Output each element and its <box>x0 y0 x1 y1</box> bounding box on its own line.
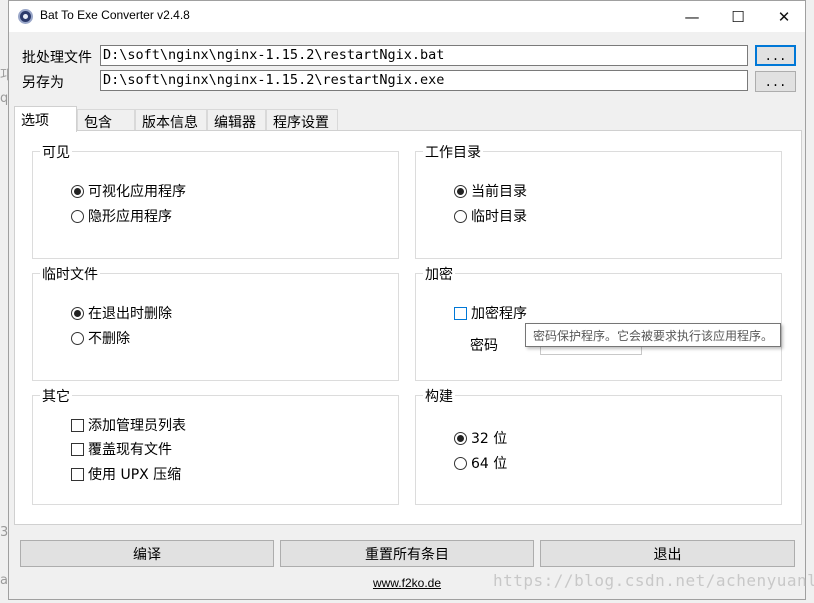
radio-delete-on-exit[interactable]: 在退出时删除 <box>71 303 172 323</box>
window-title: Bat To Exe Converter v2.4.8 <box>40 8 190 22</box>
checkbox-icon <box>71 467 84 481</box>
radio-temp-dir[interactable]: 临时目录 <box>454 206 527 226</box>
close-button[interactable]: ✕ <box>761 1 807 32</box>
save-as-label: 另存为 <box>22 75 64 91</box>
radio-unselected-icon <box>71 331 84 345</box>
checkbox-label: 加密程序 <box>471 306 527 322</box>
encrypt-group-title: 加密 <box>423 264 455 284</box>
minimize-button[interactable]: — <box>669 1 715 32</box>
radio-selected-icon <box>71 306 84 320</box>
radio-label: 64 位 <box>471 456 508 472</box>
radio-label: 临时目录 <box>471 209 527 225</box>
batch-file-label: 批处理文件 <box>22 50 92 66</box>
radio-selected-icon <box>71 184 84 198</box>
maximize-button[interactable]: ☐ <box>715 1 761 32</box>
radio-label: 32 位 <box>471 431 508 447</box>
tab-include[interactable]: 包含 <box>77 109 135 131</box>
app-window: Bat To Exe Converter v2.4.8 — ☐ ✕ 批处理文件 … <box>8 0 806 600</box>
tab-version-info[interactable]: 版本信息 <box>135 109 207 131</box>
password-label: 密码 <box>470 338 498 354</box>
visibility-group: 可见 可视化应用程序 隐形应用程序 <box>32 142 399 259</box>
working-dir-group-title: 工作目录 <box>423 142 483 162</box>
radio-current-dir[interactable]: 当前目录 <box>454 181 527 201</box>
radio-64-bit[interactable]: 64 位 <box>454 453 507 473</box>
tab-editor[interactable]: 编辑器 <box>207 109 266 131</box>
batch-file-input[interactable]: D:\soft\nginx\nginx-1.15.2\restartNgix.b… <box>100 45 748 66</box>
visibility-group-title: 可见 <box>40 142 72 162</box>
radio-invisible-app[interactable]: 隐形应用程序 <box>71 206 172 226</box>
radio-selected-icon <box>454 184 467 198</box>
checkbox-icon <box>71 418 84 432</box>
add-admin-manifest-checkbox[interactable]: 添加管理员列表 <box>71 415 186 435</box>
watermark-text: https://blog.csdn.net/achenyuanl <box>493 571 814 590</box>
radio-32-bit[interactable]: 32 位 <box>454 428 507 448</box>
compile-button[interactable]: 编译 <box>20 540 274 567</box>
temp-files-group-title: 临时文件 <box>40 264 100 284</box>
temp-files-group: 临时文件 在退出时删除 不删除 <box>32 264 399 381</box>
edge-fragment: a <box>0 573 8 588</box>
encrypt-program-checkbox[interactable]: 加密程序 <box>454 303 527 323</box>
checkbox-label: 覆盖现有文件 <box>88 442 172 458</box>
checkbox-label: 使用 UPX 压缩 <box>88 467 182 483</box>
radio-unselected-icon <box>454 456 467 470</box>
radio-unselected-icon <box>454 209 467 223</box>
radio-label: 可视化应用程序 <box>88 184 186 200</box>
app-gear-icon <box>18 9 33 24</box>
checkbox-icon <box>454 306 467 320</box>
radio-visual-app[interactable]: 可视化应用程序 <box>71 181 186 201</box>
password-tooltip: 密码保护程序。它会被要求执行该应用程序。 <box>525 323 782 347</box>
build-group-title: 构建 <box>423 386 455 406</box>
radio-no-delete[interactable]: 不删除 <box>71 328 130 348</box>
radio-selected-icon <box>454 431 467 445</box>
exit-button[interactable]: 退出 <box>540 540 795 567</box>
build-group: 构建 32 位 64 位 <box>415 386 782 505</box>
checkbox-label: 添加管理员列表 <box>88 418 186 434</box>
overwrite-files-checkbox[interactable]: 覆盖现有文件 <box>71 439 172 459</box>
batch-file-browse-button[interactable]: ... <box>755 45 796 66</box>
other-group: 其它 添加管理员列表 覆盖现有文件 使用 UPX 压缩 <box>32 386 399 505</box>
radio-label: 不删除 <box>88 331 130 347</box>
radio-label: 当前目录 <box>471 184 527 200</box>
working-dir-group: 工作目录 当前目录 临时目录 <box>415 142 782 259</box>
tab-program-settings[interactable]: 程序设置 <box>266 109 338 131</box>
save-as-browse-button[interactable]: ... <box>755 71 796 92</box>
tab-options[interactable]: 选项 <box>14 106 77 132</box>
checkbox-icon <box>71 442 84 456</box>
other-group-title: 其它 <box>40 386 72 406</box>
save-as-input[interactable]: D:\soft\nginx\nginx-1.15.2\restartNgix.e… <box>100 70 748 91</box>
radio-label: 在退出时删除 <box>88 306 172 322</box>
reset-all-button[interactable]: 重置所有条目 <box>280 540 534 567</box>
radio-label: 隐形应用程序 <box>88 209 172 225</box>
upx-compress-checkbox[interactable]: 使用 UPX 压缩 <box>71 464 181 484</box>
radio-unselected-icon <box>71 209 84 223</box>
title-bar[interactable]: Bat To Exe Converter v2.4.8 — ☐ ✕ <box>9 1 805 32</box>
